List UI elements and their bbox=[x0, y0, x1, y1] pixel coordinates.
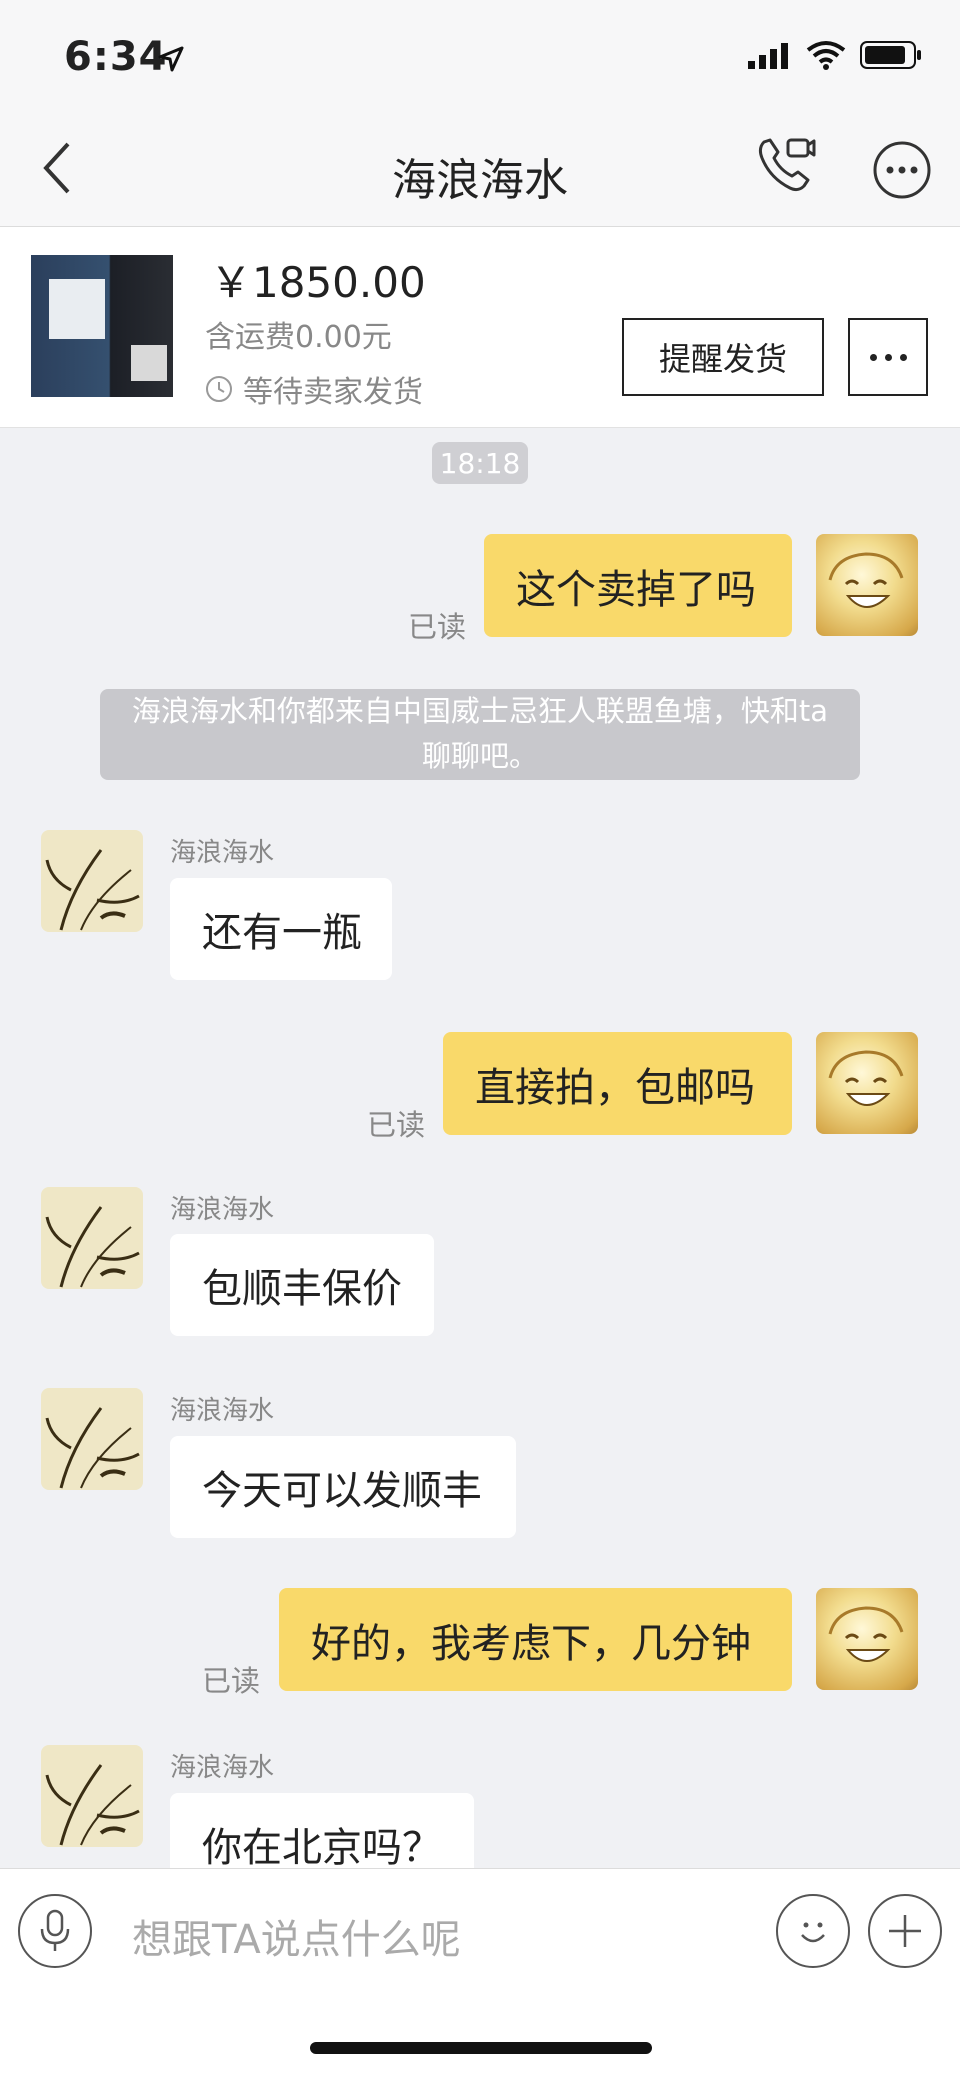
clock-icon bbox=[206, 376, 232, 402]
dot bbox=[899, 353, 907, 361]
order-status: 等待卖家发货 bbox=[205, 367, 423, 411]
smiling-face-avatar-icon bbox=[828, 1606, 904, 1662]
product-box-label bbox=[49, 279, 105, 339]
dot bbox=[884, 353, 892, 361]
wifi-icon bbox=[806, 41, 846, 70]
sender-name: 海浪海水 bbox=[170, 1396, 275, 1426]
contact-avatar[interactable] bbox=[41, 1388, 143, 1490]
product-bottle-label bbox=[131, 345, 167, 381]
bamboo-painting-avatar-icon bbox=[45, 1206, 140, 1288]
status-time: 6:34 bbox=[64, 34, 168, 80]
their-message-bubble[interactable]: 你在北京吗？ bbox=[170, 1793, 474, 1868]
more-circle-icon[interactable] bbox=[872, 140, 932, 200]
read-status: 已读 bbox=[202, 1664, 261, 1698]
status-bar: 6:34 bbox=[0, 0, 960, 110]
my-message-bubble[interactable]: 直接拍，包邮吗 bbox=[443, 1032, 792, 1135]
sender-name: 海浪海水 bbox=[170, 1195, 275, 1225]
sender-name: 海浪海水 bbox=[170, 1753, 275, 1783]
system-notice: 海浪海水和你都来自中国威士忌狂人联盟鱼塘，快和ta 聊聊吧。 bbox=[100, 689, 860, 780]
smiling-face-avatar-icon bbox=[828, 552, 904, 608]
chat-timestamp: 18:18 bbox=[432, 442, 528, 484]
my-message-bubble[interactable]: 好的，我考虑下，几分钟 bbox=[279, 1588, 792, 1691]
bamboo-painting-avatar-icon bbox=[45, 849, 140, 931]
voice-button[interactable] bbox=[18, 1894, 92, 1968]
product-card[interactable]: ￥1850.00 含运费0.00元 等待卖家发货 提醒发货 bbox=[0, 227, 960, 428]
order-status-text: 等待卖家发货 bbox=[243, 375, 423, 410]
sender-name: 海浪海水 bbox=[170, 838, 275, 868]
chat-area[interactable]: 18:18 已读 这个卖掉了吗 海浪海水和你都来自中国威士忌狂人联盟鱼塘，快和t… bbox=[0, 428, 960, 1868]
more-actions-button[interactable] bbox=[868, 1894, 942, 1968]
read-status: 已读 bbox=[367, 1108, 426, 1142]
emoji-button[interactable] bbox=[776, 1894, 850, 1968]
microphone-icon bbox=[40, 1909, 70, 1951]
contact-avatar[interactable] bbox=[41, 1187, 143, 1289]
my-message-bubble[interactable]: 这个卖掉了吗 bbox=[484, 534, 792, 637]
dot bbox=[869, 353, 877, 361]
input-bar: 想跟TA说点什么呢 bbox=[0, 1868, 960, 1993]
remind-ship-button[interactable]: 提醒发货 bbox=[622, 318, 824, 396]
battery-icon bbox=[860, 41, 921, 69]
smiley-icon bbox=[801, 1922, 825, 1943]
contact-avatar[interactable] bbox=[41, 830, 143, 932]
plus-icon bbox=[889, 1915, 921, 1947]
product-price: ￥1850.00 bbox=[210, 258, 426, 307]
video-call-icon[interactable] bbox=[754, 134, 818, 198]
their-message-bubble[interactable]: 包顺丰保价 bbox=[170, 1234, 434, 1336]
system-notice-line: 海浪海水和你都来自中国威士忌狂人联盟鱼塘，快和ta bbox=[131, 694, 829, 728]
bamboo-painting-avatar-icon bbox=[45, 1407, 140, 1489]
product-thumbnail[interactable] bbox=[31, 255, 173, 397]
my-avatar[interactable] bbox=[816, 534, 918, 636]
location-arrow-icon bbox=[158, 46, 184, 72]
read-status: 已读 bbox=[408, 610, 467, 644]
system-notice-line: 聊聊吧。 bbox=[421, 739, 538, 773]
my-avatar[interactable] bbox=[816, 1588, 918, 1690]
bamboo-painting-avatar-icon bbox=[45, 1764, 140, 1846]
their-message-bubble[interactable]: 还有一瓶 bbox=[170, 878, 392, 980]
their-message-bubble[interactable]: 今天可以发顺丰 bbox=[170, 1436, 516, 1538]
smiling-face-avatar-icon bbox=[828, 1050, 904, 1106]
home-indicator[interactable] bbox=[310, 2042, 652, 2054]
message-input[interactable]: 想跟TA说点什么呢 bbox=[132, 1907, 461, 1965]
nav-bar: 海浪海水 bbox=[0, 110, 960, 227]
product-shipping: 含运费0.00元 bbox=[205, 320, 392, 355]
home-indicator-area bbox=[0, 1992, 960, 2078]
signal-icon bbox=[748, 43, 788, 69]
my-avatar[interactable] bbox=[816, 1032, 918, 1134]
product-more-button[interactable] bbox=[848, 318, 928, 396]
contact-avatar[interactable] bbox=[41, 1745, 143, 1847]
